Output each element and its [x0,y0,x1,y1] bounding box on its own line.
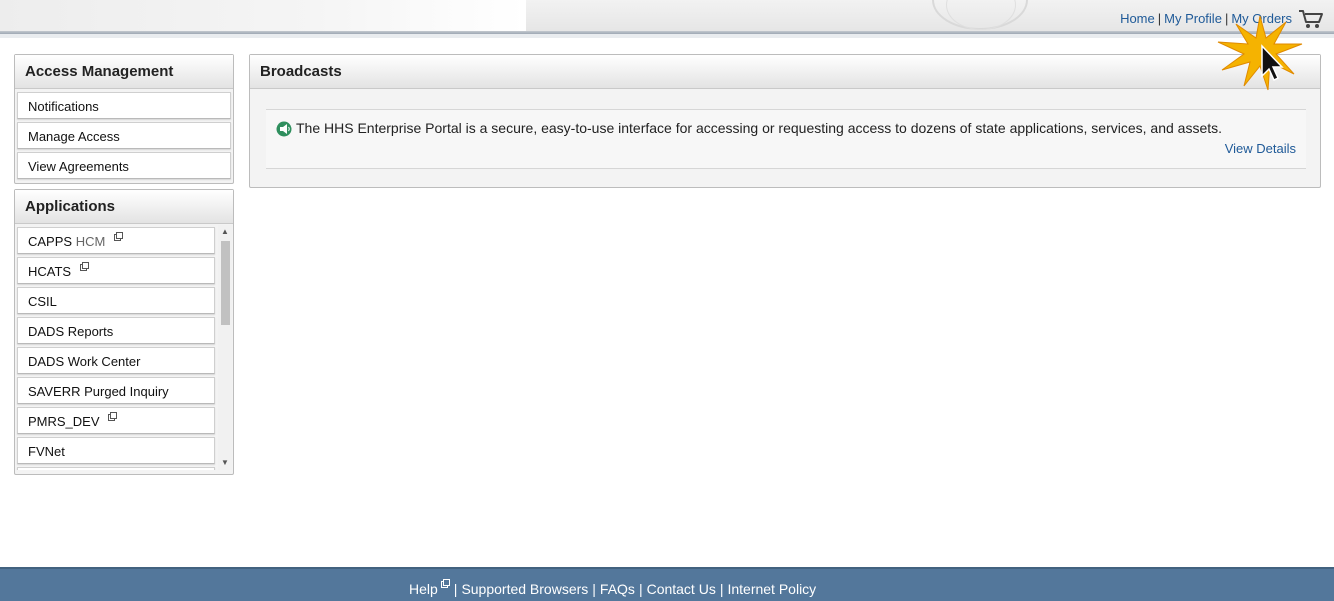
app-item-dads-reports[interactable]: DADS Reports [17,317,215,344]
app-label: HCATS [28,264,72,279]
app-item-partial[interactable] [17,467,215,470]
help-link[interactable]: Help [409,579,450,597]
app-label: FVNet [28,444,65,459]
external-link-icon [108,412,118,421]
footer-links: Help | Supported Browsers | FAQs | Contact Us |… [409,579,816,597]
app-item-capps[interactable]: CAPPS HCM [17,227,215,254]
home-link[interactable]: Home [1120,11,1155,26]
view-agreements-item[interactable]: View Agreements [17,152,231,179]
manage-access-item[interactable]: Manage Access [17,122,231,149]
faqs-link[interactable]: FAQs [600,581,635,597]
applications-list: CAPPS HCM HCATS CSIL DADS Reports DADS W… [15,224,232,470]
scroll-up-arrow-icon[interactable]: ▲ [218,225,232,239]
app-label: CSIL [28,294,57,309]
app-label: DADS Reports [28,324,114,339]
external-link-icon [440,579,450,588]
internet-policy-link[interactable]: Internet Policy [727,581,816,597]
app-suffix: HCM [75,234,106,249]
footer-bar: Help | Supported Browsers | FAQs | Contact Us |… [0,567,1334,601]
contact-us-link[interactable]: Contact Us [647,581,716,597]
external-link-icon [79,262,89,271]
help-label: Help [409,581,438,597]
app-label: SAVERR Purged Inquiry [28,384,169,399]
broadcasts-title: Broadcasts [250,55,1320,89]
app-label: DADS Work Center [28,354,141,369]
applications-panel: Applications CAPPS HCM HCATS CSIL DADS R… [14,189,234,475]
notifications-item[interactable]: Notifications [17,92,231,119]
broadcast-message: The HHS Enterprise Portal is a secure, e… [266,109,1306,169]
applications-scrollbar[interactable]: ▲ ▼ [218,225,232,470]
footer-separator: | [592,581,596,597]
app-label: CAPPS [28,234,73,249]
broadcasts-panel: Broadcasts The HHS Enterprise Portal is … [249,54,1321,188]
app-item-csil[interactable]: CSIL [17,287,215,314]
scroll-thumb[interactable] [221,241,230,325]
access-management-title: Access Management [15,55,233,89]
header-band [0,0,526,31]
cursor-highlight-icon [1217,15,1303,91]
access-management-panel: Access Management Notifications Manage A… [14,54,234,184]
app-label: PMRS_DEV [28,414,100,429]
app-item-pmrs-dev[interactable]: PMRS_DEV [17,407,215,434]
header-subline [0,34,1334,38]
broadcast-icon [276,121,292,137]
app-item-hcats[interactable]: HCATS [17,257,215,284]
external-link-icon [113,232,123,241]
footer-separator: | [453,581,458,597]
scroll-down-arrow-icon[interactable]: ▼ [218,456,232,470]
state-seal-watermark [932,0,1028,30]
app-item-saverr-purged-inquiry[interactable]: SAVERR Purged Inquiry [17,377,215,404]
view-details-link[interactable]: View Details [1225,141,1296,156]
broadcast-text: The HHS Enterprise Portal is a secure, e… [296,120,1223,136]
nav-separator: | [1157,11,1162,26]
applications-title: Applications [15,190,233,224]
app-item-fvnet[interactable]: FVNet [17,437,215,464]
app-item-dads-work-center[interactable]: DADS Work Center [17,347,215,374]
footer-separator: | [719,581,724,597]
footer-separator: | [638,581,643,597]
supported-browsers-link[interactable]: Supported Browsers [461,581,588,597]
